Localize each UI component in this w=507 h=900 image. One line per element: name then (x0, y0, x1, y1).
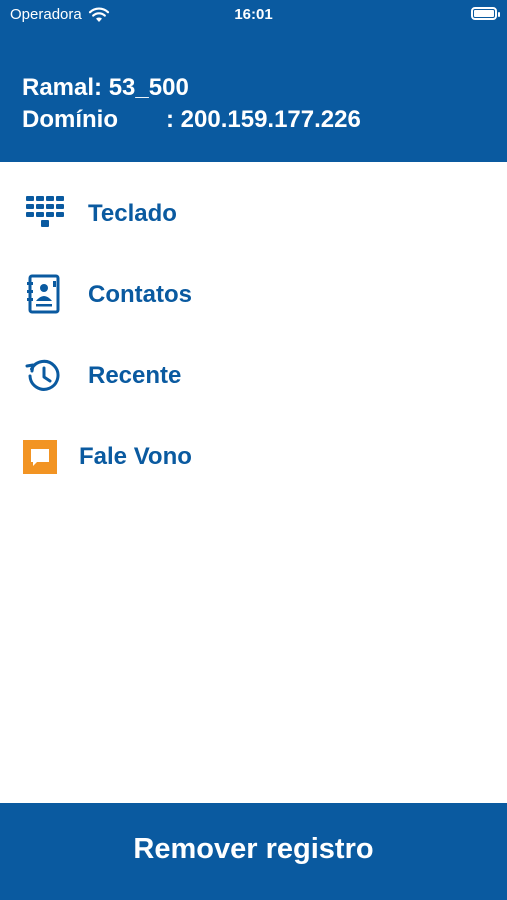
remove-registration-button[interactable]: Remover registro (0, 803, 507, 900)
status-time: 16:01 (234, 6, 273, 23)
contacts-book-icon (22, 273, 66, 317)
app-header: Operadora 16:01 Ramal: 53_500 Domínio : 2… (0, 0, 507, 162)
keypad-icon (22, 192, 66, 236)
dominio-row: Domínio : 200.159.177.226 (22, 104, 361, 136)
ramal-row: Ramal: 53_500 (22, 72, 361, 104)
ramal-value: 53_500 (108, 74, 189, 101)
menu-item-label: Recente (88, 362, 182, 389)
menu-item-fale-vono[interactable]: Fale Vono (0, 422, 507, 492)
status-bar: Operadora 16:01 (0, 0, 507, 32)
menu-item-label: Contatos (88, 281, 192, 308)
account-info: Ramal: 53_500 Domínio : 200.159.177.226 (22, 72, 361, 136)
menu-item-contatos[interactable]: Contatos (0, 260, 507, 330)
menu-item-label: Fale Vono (79, 443, 192, 470)
menu-item-recente[interactable]: Recente (0, 341, 507, 411)
menu-item-label: Teclado (88, 200, 177, 227)
battery-icon (471, 7, 500, 20)
ramal-label: Ramal: (22, 74, 103, 101)
menu-item-teclado[interactable]: Teclado (0, 179, 507, 249)
chat-bubble-icon (18, 435, 62, 479)
history-clock-icon (22, 354, 66, 398)
dominio-label: Domínio (22, 106, 118, 133)
dominio-value: : 200.159.177.226 (166, 106, 361, 133)
